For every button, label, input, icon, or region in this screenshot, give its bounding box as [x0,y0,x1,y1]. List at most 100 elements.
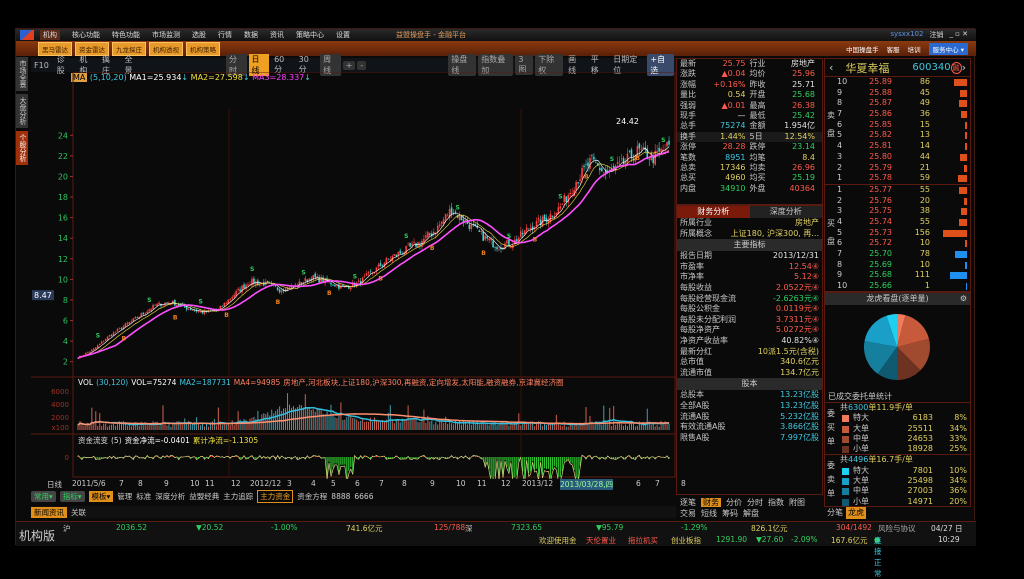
indicator-tab[interactable]: 管理 [117,491,132,502]
window-controls[interactable]: _ ▫ ✕ [949,30,968,40]
menu-item[interactable]: 策略中心 [296,30,324,40]
order-level[interactable]: 4 25.74 55 [825,217,970,228]
tab-longhu[interactable]: 龙虎 [846,507,866,519]
order-level[interactable]: 6 25.72 10 [825,238,970,249]
toolbar-button[interactable]: 机构透视 [149,41,183,56]
detail-tab[interactable]: 筹码 [722,509,738,518]
size-pct: 10% [949,465,967,475]
order-level[interactable]: 9 25.68 111 [825,270,970,281]
indicator-dropdown[interactable]: 指标▾ [59,490,85,502]
level-number: 6 [837,238,843,248]
share-value: 13.23亿股 [780,390,819,400]
quote-label: 换手 [680,131,696,141]
order-level[interactable]: 1 25.78 59 [825,173,970,184]
logout-link[interactable]: 注销 [929,30,943,40]
tab-deep-analysis[interactable]: 深度分析 [749,206,822,218]
menu-item[interactable]: 行情 [218,30,232,40]
candle-body [128,322,131,324]
detail-tab[interactable]: 短线 [701,509,717,518]
indicator-tab[interactable]: 深度分析 [155,491,185,502]
news-tab[interactable]: 新闻资讯 [31,506,67,518]
finance-row: 每股净资产 5.0272元④ [677,325,822,336]
candle-body [593,156,595,160]
menu-item[interactable]: 选股 [192,30,206,40]
indicator-tab-selected[interactable]: 主力资金 [257,489,294,503]
common-dropdown[interactable]: 常用▾ [31,490,56,502]
detail-tab[interactable]: 交易 [680,509,696,518]
detail-tab[interactable]: 逐笔 [680,498,696,507]
detail-tab[interactable]: 附图 [789,498,805,507]
tab-stock-analysis[interactable]: 个股分析 [16,131,28,165]
order-level[interactable]: 2 25.76 20 [825,196,970,207]
tab-finance-analysis[interactable]: 财务分析 [677,206,750,218]
finance-row: 净资产收益率 40.82%④ [677,336,822,347]
order-level[interactable]: 5 25.82 13 [825,130,970,141]
next-stock-button[interactable]: › [962,61,966,74]
zoom-out-button[interactable]: - [357,60,367,70]
order-level[interactable]: 10 25.66 1 [825,281,970,292]
detail-tab[interactable]: 解盘 [743,509,759,518]
order-level[interactable]: 8 25.69 10 [825,260,970,271]
link[interactable]: 中国操盘手 [846,44,879,54]
order-size-row: 大单 25498 34% [825,476,970,486]
toolbar-button[interactable]: 机构策略 [186,41,220,56]
y-tick-label: 8 [63,296,68,305]
indicator-tab[interactable]: 标准 [136,491,151,502]
order-level[interactable]: 4 25.81 14 [825,141,970,152]
indicator-tab[interactable]: 8888 [331,492,350,501]
tab-index-analysis[interactable]: 大盘分析 [16,94,28,128]
related-tab[interactable]: 关联 [71,507,86,518]
template-dropdown[interactable]: 模板▾ [88,490,114,502]
link[interactable]: 培训 [908,44,921,54]
detail-tab[interactable]: 指数 [768,498,784,507]
order-level[interactable]: 9 25.88 45 [825,88,970,99]
prev-stock-button[interactable]: ‹ [829,61,833,74]
detail-tab[interactable]: 分时 [747,498,763,507]
username[interactable]: sysxx102 [890,30,923,40]
settings-icon[interactable]: ⚙ [960,293,967,305]
candle-body [367,272,370,274]
order-level[interactable]: 7 25.70 78 [825,249,970,260]
candle-body [98,343,101,346]
indicator-tab[interactable]: 益盟经典 [189,491,219,502]
ticker-text[interactable]: 拖拉机买 [628,535,658,546]
quote-row: 涨跌 ▲0.04 均价 25.96 [677,69,822,79]
candle-body [278,289,281,293]
tab-ticks[interactable]: 分笔 [827,507,843,519]
risk-agreement-link[interactable]: 风险与协议 [878,523,916,534]
menu-item[interactable]: 资讯 [270,30,284,40]
order-level[interactable]: 3 25.80 44 [825,152,970,163]
stock-chart[interactable]: 246810121416182022248.47S BSBSBSBSBS BSBSB… [31,72,676,479]
order-level[interactable]: 7 25.86 36 [825,109,970,120]
candle-body [508,239,510,247]
ticker-text[interactable]: 天伦置业 [586,535,616,546]
order-level[interactable]: 10 25.89 86 [825,77,970,88]
menu-item[interactable]: 市场监测 [152,30,180,40]
tab-market-overview[interactable]: 市场全景 [16,57,28,91]
menu-item[interactable]: 机构 [40,30,60,40]
quote-value: 25.19 [792,173,815,183]
zoom-in-button[interactable]: + [342,60,356,70]
detail-tab[interactable]: 分价 [726,498,742,507]
menu-item[interactable]: 数据 [244,30,258,40]
level-volume: 86 [919,77,930,86]
menu-item[interactable]: 设置 [336,30,350,40]
order-level[interactable]: 5 25.73 156 [825,228,970,239]
quote-value: — [737,110,746,120]
indicator-tab[interactable]: 资金方程 [297,491,327,502]
link[interactable]: 客服 [887,44,900,54]
menu-item[interactable]: 核心功能 [72,30,100,40]
f10-button[interactable]: F10 [31,61,52,70]
order-level[interactable]: 3 25.75 38 [825,206,970,217]
service-center-button[interactable]: 服务中心 ▾ [928,43,968,55]
concept-value[interactable]: 上证180, 沪深300, 再... [731,229,819,240]
menu-item[interactable]: 特色功能 [112,30,140,40]
window-title: 益盟操盘手 - 金融平台 [396,31,466,39]
indicator-tab[interactable]: 主力追踪 [223,491,253,502]
order-level[interactable]: 8 25.87 49 [825,98,970,109]
detail-tab[interactable]: 财务 [701,498,721,507]
indicator-tab[interactable]: 6666 [354,492,373,501]
order-level[interactable]: 2 25.79 21 [825,163,970,174]
order-level[interactable]: 1 25.77 55 [825,185,970,196]
order-level[interactable]: 6 25.85 15 [825,120,970,131]
